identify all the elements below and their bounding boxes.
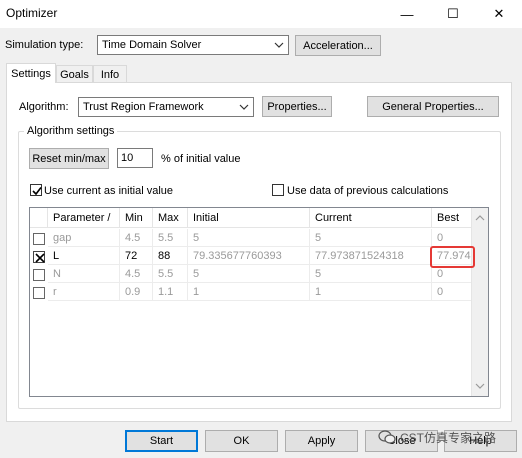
table-scrollbar[interactable]	[471, 208, 488, 396]
close-icon: ✕	[493, 6, 505, 21]
table-cell[interactable]: 5	[188, 265, 310, 283]
row-checkbox[interactable]	[33, 269, 45, 281]
table-cell[interactable]: 1	[310, 283, 432, 301]
algorithm-select[interactable]: Trust Region Framework	[78, 97, 254, 117]
table-cell[interactable]: 1	[188, 283, 310, 301]
table-cell[interactable]: 4.5	[120, 265, 153, 283]
properties-button[interactable]: Properties...	[262, 96, 332, 117]
use-previous-label: Use data of previous calculations	[287, 185, 449, 197]
table-header-current[interactable]: Current	[310, 208, 432, 228]
algorithm-settings-legend: Algorithm settings	[24, 125, 118, 137]
table-cell[interactable]: 0	[432, 229, 472, 247]
chevron-down-icon[interactable]	[475, 382, 485, 390]
table-cell[interactable]: 79.335677760393	[188, 247, 310, 265]
simulation-type-select[interactable]: Time Domain Solver	[97, 35, 289, 55]
table-cell[interactable]: gap	[48, 229, 120, 247]
table-cell[interactable]: 72	[120, 247, 153, 265]
table-cell[interactable]: 5	[188, 229, 310, 247]
table-header-initial[interactable]: Initial	[188, 208, 310, 228]
minimize-icon: —	[400, 6, 414, 22]
table-cell[interactable]: 0.9	[120, 283, 153, 301]
general-properties-button[interactable]: General Properties...	[367, 96, 499, 117]
use-current-checkbox[interactable]	[30, 184, 42, 196]
watermark: CST仿真专家之路	[378, 426, 496, 448]
table-header-parameter[interactable]: Parameter /	[48, 208, 120, 228]
wechat-icon	[378, 430, 396, 444]
table-cell[interactable]: 77.973871524318	[310, 247, 432, 265]
table-cell[interactable]: 5	[310, 229, 432, 247]
table-cell[interactable]: L	[48, 247, 120, 265]
table-cell[interactable]: 5.5	[153, 265, 188, 283]
table-header-best[interactable]: Best	[432, 208, 472, 228]
table-cell[interactable]: 5	[310, 265, 432, 283]
chevron-down-icon	[239, 104, 249, 110]
window-title: Optimizer	[6, 6, 58, 20]
table-cell[interactable]: r	[48, 283, 120, 301]
percent-input[interactable]: 10	[117, 148, 153, 168]
best-value-highlight	[430, 246, 475, 268]
maximize-icon: ☐	[447, 6, 459, 21]
table-header-select	[30, 208, 48, 228]
percent-label: % of initial value	[161, 153, 241, 165]
algorithm-label: Algorithm:	[19, 101, 69, 113]
algorithm-value: Trust Region Framework	[83, 101, 204, 113]
table-cell[interactable]: N	[48, 265, 120, 283]
table-cell[interactable]: 88	[153, 247, 188, 265]
title-bar: Optimizer — ☐ ✕	[0, 0, 522, 28]
watermark-text: CST仿真专家之路	[400, 430, 497, 445]
table-cell[interactable]: 1.1	[153, 283, 188, 301]
table-header-max[interactable]: Max	[153, 208, 188, 228]
tab-info[interactable]: Info	[93, 65, 127, 83]
minimize-button[interactable]: —	[384, 0, 430, 28]
table-cell[interactable]: 4.5	[120, 229, 153, 247]
checkmark-icon	[32, 187, 42, 196]
apply-button[interactable]: Apply	[285, 430, 358, 452]
simulation-type-label: Simulation type:	[5, 39, 84, 51]
table-header-min[interactable]: Min	[120, 208, 153, 228]
tab-settings[interactable]: Settings	[6, 63, 56, 83]
row-checkbox[interactable]	[33, 251, 45, 263]
use-current-label: Use current as initial value	[44, 185, 174, 197]
ok-button[interactable]: OK	[205, 430, 278, 452]
table-cell[interactable]: 5.5	[153, 229, 188, 247]
close-window-button[interactable]: ✕	[476, 0, 522, 28]
tab-goals[interactable]: Goals	[56, 65, 93, 83]
row-checkbox[interactable]	[33, 287, 45, 299]
x-mark-icon	[35, 253, 45, 263]
row-checkbox[interactable]	[33, 233, 45, 245]
chevron-up-icon[interactable]	[475, 214, 485, 222]
use-previous-checkbox[interactable]	[272, 184, 284, 196]
parameter-table[interactable]: Parameter / Min Max Initial Current Best…	[29, 207, 489, 397]
acceleration-button[interactable]: Acceleration...	[295, 35, 381, 56]
table-cell[interactable]: 0	[432, 283, 472, 301]
chevron-down-icon	[274, 42, 284, 48]
maximize-button[interactable]: ☐	[430, 0, 476, 28]
simulation-type-value: Time Domain Solver	[102, 39, 202, 51]
start-button[interactable]: Start	[125, 430, 198, 452]
reset-min-max-button[interactable]: Reset min/max	[29, 148, 109, 169]
